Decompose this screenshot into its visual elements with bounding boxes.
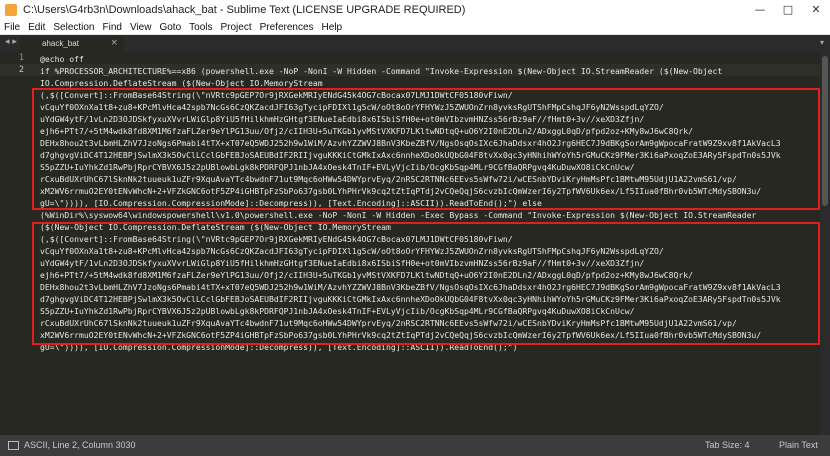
menu-preferences[interactable]: Preferences [256, 22, 318, 33]
code-line: if %PROCESSOR_ARCHITECTURE%==x86 (powers… [40, 66, 723, 76]
status-syntax[interactable]: Plain Text [779, 440, 818, 450]
status-tab-size[interactable]: Tab Size: 4 [705, 440, 750, 450]
menu-file[interactable]: File [0, 22, 24, 33]
line-number-2: 2 [18, 65, 24, 75]
minimize-button[interactable]: — [746, 0, 774, 20]
menu-project[interactable]: Project [217, 22, 256, 33]
scrollbar-thumb[interactable] [822, 56, 828, 206]
tab-nav-arrows-icon[interactable]: ◂ ▸ [5, 37, 17, 47]
menu-find[interactable]: Find [99, 22, 126, 33]
window-controls: — □ ✕ [746, 0, 830, 20]
menu-bar: File Edit Selection Find View Goto Tools… [0, 20, 830, 35]
status-bar: ASCII, Line 2, Column 3030 Tab Size: 4 P… [0, 435, 830, 456]
line-number-1: 1 [18, 53, 24, 63]
tab-label: ahack_bat [42, 39, 79, 48]
tab-ahack-bat[interactable]: ahack_bat × [20, 37, 124, 52]
highlight-box-second-payload [32, 222, 820, 345]
tab-dropdown-icon[interactable]: ▾ [820, 38, 824, 47]
panel-toggle-icon[interactable] [8, 441, 19, 450]
close-button[interactable]: ✕ [802, 0, 830, 20]
window-title: C:\Users\G4rb3n\Downloads\ahack_bat - Su… [23, 4, 466, 16]
menu-selection[interactable]: Selection [49, 22, 98, 33]
menu-edit[interactable]: Edit [24, 22, 49, 33]
menu-goto[interactable]: Goto [155, 22, 185, 33]
status-encoding-position: ASCII, Line 2, Column 3030 [24, 440, 136, 450]
vertical-scrollbar[interactable] [820, 52, 830, 435]
maximize-button[interactable]: □ [774, 0, 802, 20]
code-line: IO.Compression.DeflateStream ($(New-Obje… [40, 78, 323, 88]
tab-close-icon[interactable]: × [110, 38, 118, 48]
code-line: @echo off [40, 54, 84, 64]
code-line: (%WinDir%\syswow64\windowspowershell\v1.… [40, 210, 757, 220]
menu-help[interactable]: Help [318, 22, 347, 33]
menu-tools[interactable]: Tools [185, 22, 216, 33]
sublime-window: C:\Users\G4rb3n\Downloads\ahack_bat - Su… [0, 0, 830, 456]
highlight-box-first-payload [32, 88, 820, 210]
menu-view[interactable]: View [126, 22, 156, 33]
editor-area[interactable]: 1 2 @echo off if %PROCESSOR_ARCHITECTURE… [0, 52, 830, 435]
line-number-gutter: 1 2 [0, 52, 30, 435]
title-bar: C:\Users\G4rb3n\Downloads\ahack_bat - Su… [0, 0, 830, 20]
tab-bar: ◂ ▸ ahack_bat × ▾ [0, 35, 830, 52]
sublime-app-icon [5, 4, 17, 16]
